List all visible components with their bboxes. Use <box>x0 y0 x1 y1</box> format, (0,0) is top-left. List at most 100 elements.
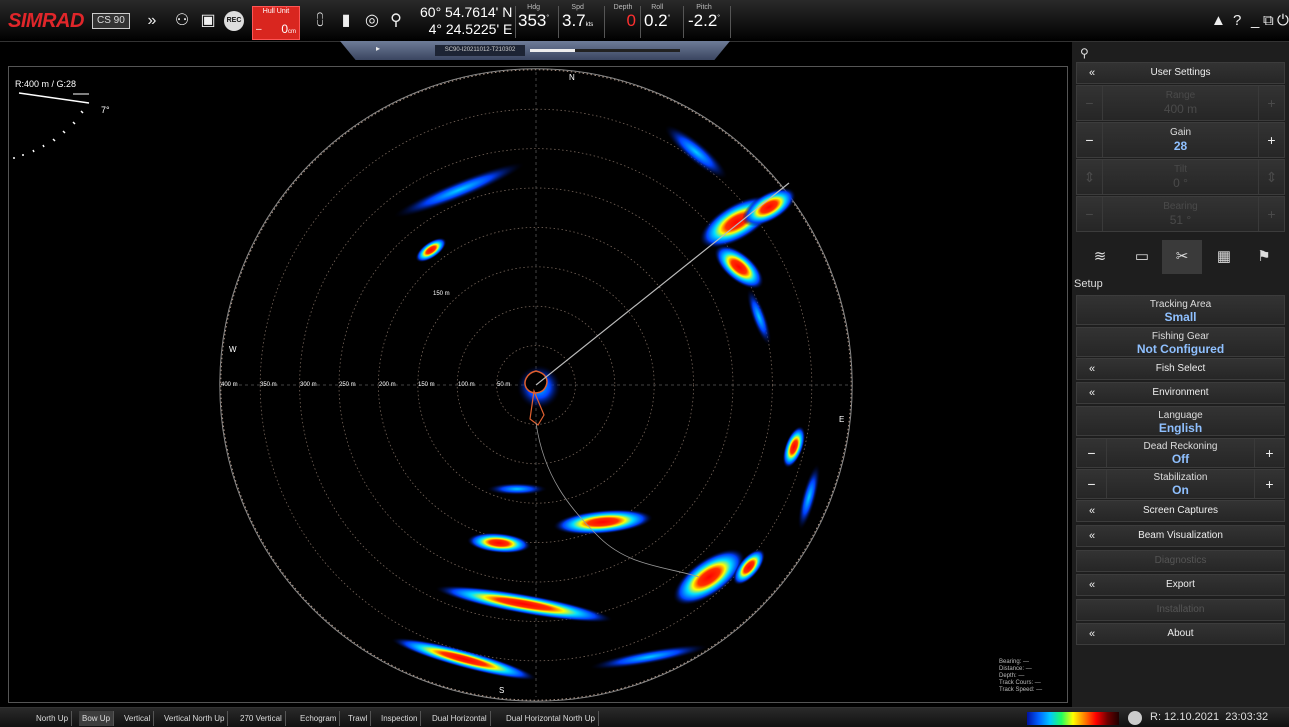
bearing-decrease-button: − <box>1077 197 1103 231</box>
playback-slider[interactable] <box>530 49 680 52</box>
bearing-increase-button: + <box>1258 197 1284 231</box>
bar-chart-icon[interactable]: ▮ <box>334 9 358 33</box>
ring-label: 100 m <box>458 382 475 388</box>
view-dual-horizontal[interactable]: Dual Horizontal <box>429 711 491 726</box>
range-gain-label: R:400 m / G:28 <box>15 79 77 89</box>
export-button[interactable]: « Export <box>1076 574 1285 596</box>
tracking-area-button[interactable]: Tracking Area Small <box>1076 295 1285 325</box>
minimize-icon[interactable]: _ <box>1251 12 1259 29</box>
stabilization-decrease-button[interactable]: − <box>1077 470 1107 498</box>
depth-readout: Depth 0 <box>613 4 636 30</box>
layout-icon[interactable]: ▦ <box>1204 240 1244 274</box>
range-control: − Range 400 m + <box>1076 85 1285 121</box>
ring-label: 300 m <box>300 382 317 388</box>
compass-icon[interactable]: ◎ <box>360 9 384 33</box>
echo-color-scale[interactable] <box>1027 712 1119 725</box>
chevron-left-icon: « <box>1089 579 1096 591</box>
fish-select-button[interactable]: « Fish Select <box>1076 358 1285 380</box>
ring-label: 150 m <box>418 382 435 388</box>
chevron-left-icon: « <box>1089 363 1096 375</box>
dead-reckoning-decrease-button[interactable]: − <box>1077 439 1107 467</box>
position-readout: 60° 54.7614' N 4° 24.5225' E <box>420 4 512 38</box>
view-270-vertical[interactable]: 270 Vertical <box>237 711 286 726</box>
user-settings-header[interactable]: « User Settings <box>1076 62 1285 84</box>
setup-icon[interactable]: ✂ <box>1162 240 1202 274</box>
echo-1 <box>415 237 447 263</box>
echogram-icon[interactable]: ⩇ <box>308 9 332 33</box>
replay-file-name: SC90-I20211012-T210302 <box>435 45 525 56</box>
power-icon[interactable]: ⏻ <box>1277 12 1289 29</box>
play-icon[interactable]: ▸ <box>376 44 380 53</box>
west-label: W <box>229 345 237 354</box>
window-icon[interactable]: ⧉ <box>1263 12 1274 29</box>
settings-panel: ⚲ « User Settings − Range 400 m + − Gain… <box>1072 42 1289 707</box>
playback-progress <box>530 49 575 52</box>
tilt-control: ⇕ Tilt 0 ° ⇕ <box>1076 159 1285 195</box>
east-label: E <box>839 415 845 424</box>
longitude: 4° 24.5225' E <box>428 21 513 37</box>
sonar-view[interactable]: R:400 m / G:28 7° N S E W 400 m 350 m 30… <box>8 66 1068 703</box>
ring-label: 350 m <box>260 382 277 388</box>
pin-icon[interactable]: ⚲ <box>1080 46 1089 60</box>
tilt-label: 7° <box>101 105 110 115</box>
beam-icon[interactable]: ≋ <box>1080 240 1120 274</box>
sonar-plot[interactable] <box>9 67 1067 702</box>
hull-unit-button[interactable]: Hull Unit – 0cm <box>252 6 300 40</box>
south-label: S <box>499 686 505 695</box>
flag-icon[interactable]: ⚑ <box>1244 240 1284 274</box>
installation-button: Installation <box>1076 599 1285 621</box>
roll-readout: Roll 0.2° <box>644 4 671 30</box>
hull-unit-minus: – <box>256 24 262 35</box>
latitude: 60° 54.7614' N <box>420 4 513 20</box>
view-mode-bar: North Up Bow Up Vertical Vertical North … <box>0 707 1289 727</box>
dead-reckoning-control[interactable]: − Dead Reckoning Off + <box>1076 438 1285 468</box>
view-inspection[interactable]: Inspection <box>378 711 422 726</box>
status-indicator-icon <box>1128 711 1142 725</box>
view-vertical-north-up[interactable]: Vertical North Up <box>161 711 229 726</box>
view-trawl[interactable]: Trawl <box>345 711 372 726</box>
stabilization-increase-button[interactable]: + <box>1254 470 1284 498</box>
gain-increase-button[interactable]: + <box>1258 123 1284 157</box>
screen-captures-button[interactable]: « Screen Captures <box>1076 500 1285 522</box>
ring-150-label: 150 m <box>433 291 450 297</box>
ring-label: 200 m <box>379 382 396 388</box>
chevron-left-icon: « <box>1089 628 1096 640</box>
playback-bar[interactable]: ▸ SC90-I20211012-T210302 <box>340 41 730 60</box>
view-echogram[interactable]: Echogram <box>297 711 341 726</box>
binoculars-icon[interactable]: ⚇ <box>170 9 194 33</box>
diagnostics-button: Diagnostics <box>1076 550 1285 572</box>
about-button[interactable]: « About <box>1076 623 1285 645</box>
camera-icon[interactable]: ▣ <box>196 9 220 33</box>
zoom-icon[interactable]: ⚲ <box>384 9 408 33</box>
record-icon[interactable]: REC <box>224 11 244 31</box>
chevron-double-down-icon[interactable]: » <box>140 9 164 33</box>
environment-button[interactable]: « Environment <box>1076 382 1285 404</box>
view-north-up[interactable]: North Up <box>33 711 73 726</box>
gain-decrease-button[interactable]: − <box>1077 123 1103 157</box>
view-dual-horizontal-north-up[interactable]: Dual Horizontal North Up <box>503 711 599 726</box>
bearing-control: − Bearing 51 ° + <box>1076 196 1285 232</box>
echo-blue-3 <box>746 288 772 346</box>
dead-reckoning-increase-button[interactable]: + <box>1254 439 1284 467</box>
fishing-gear-button[interactable]: Fishing Gear Not Configured <box>1076 327 1285 357</box>
ring-label: 250 m <box>339 382 356 388</box>
display-icon[interactable]: ▭ <box>1122 240 1162 274</box>
echo-blue-5 <box>487 483 547 495</box>
setup-heading: Setup <box>1074 278 1103 290</box>
echo-6 <box>553 509 653 535</box>
view-vertical[interactable]: Vertical <box>121 711 155 726</box>
hull-unit-value: 0cm <box>281 22 296 36</box>
help-icon[interactable]: ? <box>1233 12 1241 29</box>
pitch-readout: Pitch -2.2° <box>688 4 721 30</box>
gain-control[interactable]: − Gain 28 + <box>1076 122 1285 158</box>
echo-blue-6 <box>589 644 709 670</box>
language-button[interactable]: Language English <box>1076 406 1285 436</box>
warning-icon[interactable]: ▲ <box>1211 12 1226 29</box>
echo-10 <box>435 585 613 623</box>
tilt-decrease-button: ⇕ <box>1077 160 1103 194</box>
echo-11 <box>391 637 537 681</box>
view-bow-up[interactable]: Bow Up <box>79 711 115 726</box>
beam-visualization-button[interactable]: « Beam Visualization <box>1076 525 1285 547</box>
stabilization-control[interactable]: − Stabilization On + <box>1076 469 1285 499</box>
top-toolbar: SIMRAD CS 90 » ⚇ ▣ REC Hull Unit – 0cm ⩇… <box>0 0 1289 42</box>
